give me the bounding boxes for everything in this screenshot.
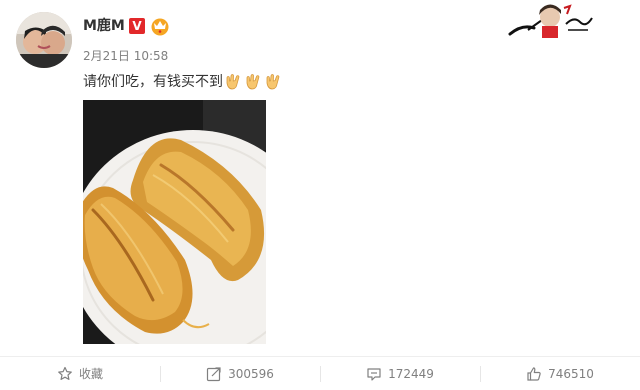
action-bar: 收藏 300596 172449 746510 — [0, 357, 640, 390]
rock-hand-emoji-icon — [246, 74, 260, 90]
post-image[interactable] — [83, 100, 266, 344]
vip-crown-icon[interactable] — [149, 16, 171, 36]
repost-icon — [206, 366, 222, 382]
like-count: 746510 — [548, 366, 594, 381]
comment-icon — [366, 366, 382, 382]
post-text-content: 请你们吃，有钱买不到 — [83, 74, 223, 90]
avatar[interactable] — [16, 12, 72, 68]
favorite-label: 收藏 — [78, 367, 103, 381]
username[interactable]: M鹿M — [83, 17, 125, 35]
profile-card-badge[interactable] — [508, 2, 596, 42]
like-button[interactable]: 746510 — [480, 357, 640, 390]
emoji-group — [224, 73, 284, 91]
comment-count: 172449 — [388, 366, 434, 381]
post-text: 请你们吃，有钱买不到 — [83, 73, 284, 91]
favorite-button[interactable]: 收藏 — [0, 357, 160, 390]
comment-button[interactable]: 172449 — [320, 357, 480, 390]
post-timestamp[interactable]: 2月21日 10:58 — [83, 49, 168, 63]
star-icon — [57, 366, 73, 382]
repost-button[interactable]: 300596 — [160, 357, 320, 390]
rock-hand-emoji-icon — [266, 74, 280, 90]
repost-count: 300596 — [228, 366, 274, 381]
thumbs-up-icon — [526, 366, 542, 382]
verified-icon: V — [129, 18, 145, 34]
rock-hand-emoji-icon — [226, 74, 240, 90]
